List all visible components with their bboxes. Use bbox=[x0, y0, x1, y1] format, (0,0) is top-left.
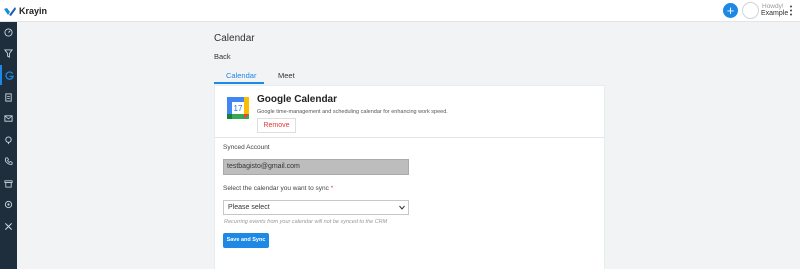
plus-icon: + bbox=[726, 3, 735, 18]
quick-add-button[interactable]: + bbox=[723, 3, 738, 18]
sidebar-item-quotes[interactable] bbox=[0, 87, 17, 107]
integration-title: Google Calendar bbox=[257, 94, 338, 105]
sidebar-item-leads[interactable] bbox=[0, 43, 17, 63]
sidebar-item-dashboard[interactable] bbox=[0, 22, 17, 42]
mail-icon bbox=[4, 114, 13, 122]
sync-hint: Recurring events from your calendar will… bbox=[224, 219, 388, 225]
sidebar bbox=[0, 22, 17, 269]
products-icon bbox=[4, 179, 13, 188]
calendar-select-value: Please select bbox=[228, 204, 270, 211]
save-and-sync-button[interactable]: Save and Sync bbox=[223, 233, 269, 248]
back-link[interactable]: Back bbox=[214, 52, 231, 61]
dashboard-icon bbox=[4, 27, 13, 37]
activity-icon bbox=[5, 135, 12, 144]
more-vertical-icon[interactable] bbox=[789, 4, 793, 17]
quotes-icon bbox=[5, 92, 12, 102]
sidebar-item-settings[interactable] bbox=[0, 194, 17, 214]
sidebar-item-activities[interactable] bbox=[0, 130, 17, 150]
username[interactable]: Example bbox=[761, 10, 788, 18]
tab-bar: Calendar Meet bbox=[214, 69, 605, 84]
google-icon bbox=[5, 70, 14, 80]
required-marker: * bbox=[330, 185, 334, 192]
sidebar-item-google[interactable] bbox=[0, 65, 17, 85]
greeting-text: Howdy! bbox=[762, 3, 784, 10]
select-calendar-label: Select the calendar you want to sync * bbox=[223, 185, 333, 192]
krayin-logo-icon bbox=[4, 7, 16, 16]
logo[interactable]: Krayin bbox=[4, 5, 47, 17]
settings-icon bbox=[4, 200, 13, 208]
integration-header: 17 Google Calendar Google time-managemen… bbox=[215, 86, 604, 138]
page-title: Calendar bbox=[214, 33, 255, 44]
active-tab-indicator bbox=[214, 82, 264, 84]
tools-icon bbox=[4, 222, 13, 230]
integration-description: Google time-management and scheduling ca… bbox=[257, 109, 448, 115]
top-bar: Krayin + Howdy! Example bbox=[0, 0, 800, 22]
avatar[interactable] bbox=[742, 2, 759, 19]
google-calendar-icon: 17 bbox=[227, 97, 249, 119]
main-content: Calendar Back Calendar Meet 17 Google Ca… bbox=[17, 22, 800, 269]
synced-account-label: Synced Account bbox=[223, 144, 270, 151]
select-calendar-label-text: Select the calendar you want to sync bbox=[223, 185, 329, 192]
sidebar-item-configuration[interactable] bbox=[0, 216, 17, 236]
filter-icon bbox=[4, 48, 13, 58]
sidebar-item-mail[interactable] bbox=[0, 108, 17, 128]
app-name: Krayin bbox=[19, 6, 48, 16]
tab-meet[interactable]: Meet bbox=[278, 71, 295, 84]
calendar-icon-number: 17 bbox=[234, 104, 243, 113]
sidebar-item-contacts[interactable] bbox=[0, 151, 17, 171]
phone-icon bbox=[4, 156, 13, 165]
remove-button[interactable]: Remove bbox=[257, 118, 296, 133]
synced-account-field: testbagisto@gmail.com bbox=[223, 159, 409, 175]
sidebar-item-products[interactable] bbox=[0, 173, 17, 193]
calendar-card: 17 Google Calendar Google time-managemen… bbox=[214, 85, 605, 269]
chevron-down-icon bbox=[399, 205, 405, 210]
calendar-select[interactable]: Please select bbox=[223, 200, 409, 215]
